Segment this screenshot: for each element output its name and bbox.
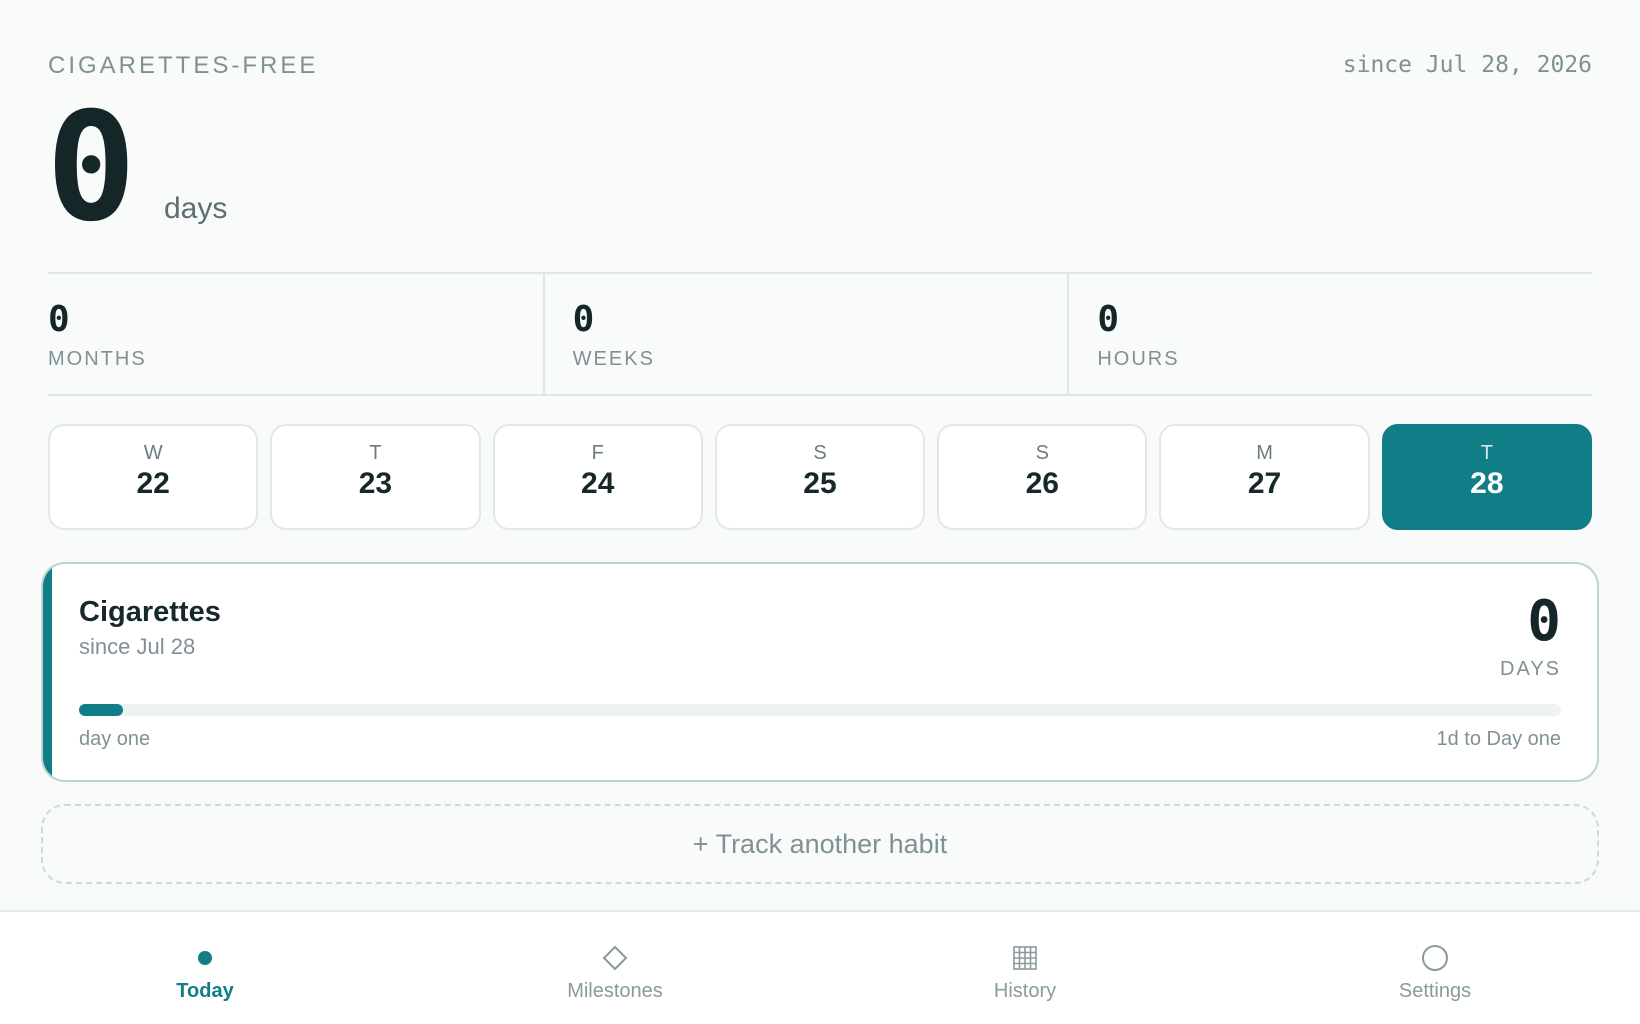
stat-value: 0 [1097,299,1120,340]
day-chip[interactable]: F 24 [492,424,703,530]
habit-day-unit: DAYS [1500,658,1561,680]
nav-label: History [993,980,1057,1002]
track-another-habit-button[interactable]: + Track another habit [41,804,1599,884]
days-unit: days [164,192,228,225]
habit-title: Cigarettes [79,596,221,628]
habit-day-count: 0 [1527,589,1561,654]
day-letter: T [369,442,382,464]
circle-icon [1230,942,1640,974]
nav-milestones[interactable]: Milestones [410,912,820,1024]
day-chip[interactable]: S 25 [714,424,926,530]
stat-hours: 0 HOURS [1067,274,1592,394]
days-count: 0 [46,81,137,255]
bottom-nav: Today Milestones History Settings [0,910,1640,1024]
habit-card[interactable]: Cigarettes since Jul 28 0 DAYS day one 1… [41,562,1599,782]
day-chip-selected[interactable]: T 28 [1381,424,1592,530]
day-letter: W [143,442,163,464]
stats-row: 0 MONTHS 0 WEEKS 0 HOURS [48,272,1592,396]
habit-accent-bar [43,564,52,780]
nav-today[interactable]: Today [0,912,410,1024]
nav-label: Today [176,980,234,1002]
day-strip: W 22 T 23 F 24 S 25 S 26 M 27 T 28 [48,424,1592,530]
nav-history[interactable]: History [820,912,1230,1024]
stat-months: 0 MONTHS [48,274,543,394]
stat-value: 0 [572,299,595,340]
grid-icon [820,942,1230,974]
habit-progress-bar [79,704,1561,716]
day-number: 27 [1247,467,1282,500]
day-letter: M [1256,442,1273,464]
day-number: 28 [1470,467,1504,500]
day-chip[interactable]: W 22 [48,424,259,530]
stat-value: 0 [48,299,70,340]
app-screen: CIGARETTES-FREE since Jul 28, 2026 0 day… [0,0,1640,1024]
dot-icon [0,942,410,974]
day-number: 23 [358,467,393,500]
day-chip[interactable]: T 23 [270,424,481,530]
hero-label: CIGARETTES-FREE [48,52,319,79]
day-number: 22 [136,467,170,500]
day-number: 24 [581,467,615,500]
habit-since: since Jul 28 [79,634,196,659]
habit-next-milestone: 1d to Day one [1436,728,1561,750]
day-letter: T [1480,442,1493,464]
day-number: 25 [803,467,837,500]
since-date: since Jul 28, 2026 [1342,52,1592,78]
diamond-icon [410,942,820,974]
day-chip[interactable]: S 26 [937,424,1148,530]
nav-label: Settings [1398,980,1472,1002]
stat-label: WEEKS [572,348,655,370]
day-chip[interactable]: M 27 [1159,424,1370,530]
habit-progress-fill [79,704,124,716]
stat-weeks: 0 WEEKS [542,274,1068,394]
day-letter: S [813,442,827,464]
nav-settings[interactable]: Settings [1230,912,1640,1024]
day-number: 26 [1025,467,1059,500]
day-letter: F [591,442,604,464]
stat-label: MONTHS [48,348,147,370]
habit-current-milestone: day one [79,728,151,750]
day-letter: S [1035,442,1049,464]
nav-label: Milestones [567,980,663,1002]
stat-label: HOURS [1097,348,1180,370]
